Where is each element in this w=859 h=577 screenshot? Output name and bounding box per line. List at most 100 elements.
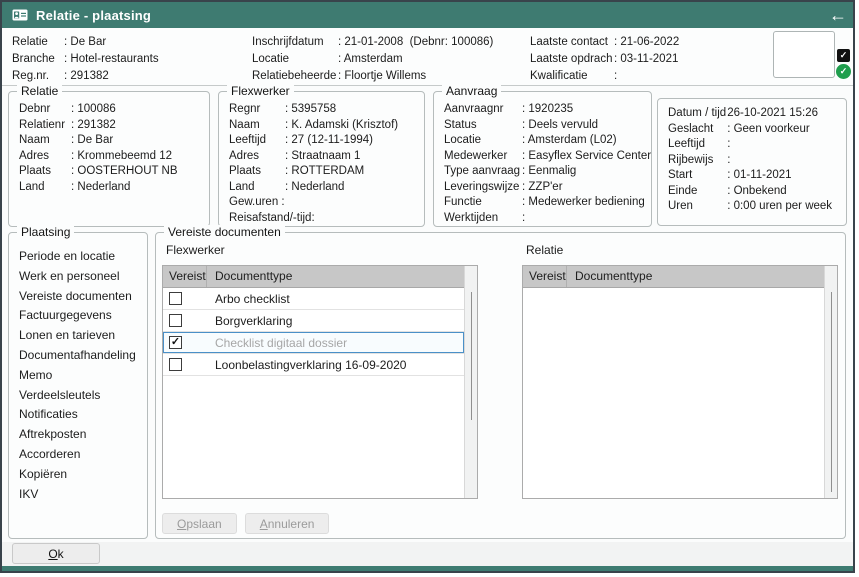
documenttype-cell: Borgverklaring <box>207 314 292 328</box>
field-value: : 5395758 <box>285 103 336 115</box>
vereist-checkbox[interactable]: ✓ <box>169 292 182 305</box>
field-label: Regnr <box>229 102 285 118</box>
info-row: Locatie: Amsterdam <box>252 51 493 68</box>
field-value: : Eenmalig <box>522 165 576 177</box>
scrollbar[interactable] <box>464 266 477 498</box>
back-arrow-icon[interactable]: ← <box>829 6 847 24</box>
field-label: Aanvraagnr <box>444 102 522 118</box>
info-row: Status: Deels vervuld <box>444 118 651 134</box>
sidebar-item-periode-en-locatie[interactable]: Periode en locatie <box>19 247 147 267</box>
info-row: Naam: K. Adamski (Krisztof) <box>229 118 424 134</box>
info-row: Kwalificatie: <box>530 68 679 85</box>
field-value: : Easyflex Service Center <box>522 150 651 162</box>
info-row: Einde : Onbekend <box>668 184 846 200</box>
info-row: Laatste opdrach: 03-11-2021 <box>530 51 679 68</box>
column-header-vereist: Vereist <box>523 266 567 287</box>
field-value: : OOSTERHOUT NB <box>71 165 178 177</box>
vereist-checkbox[interactable]: ✓ <box>169 336 182 349</box>
flexwerker-table-label: Flexwerker <box>166 243 225 257</box>
field-label: Kwalificatie <box>530 68 614 85</box>
table-row[interactable]: ✓ Arbo checklist <box>163 288 464 310</box>
field-label: Relatienr <box>19 118 71 134</box>
field-value: : ZZP'er <box>522 181 563 193</box>
info-row: Leeftijd: 27 (12-11-1994) <box>229 133 424 149</box>
info-row: Geslacht : Geen voorkeur <box>668 122 846 138</box>
sidebar-item-ikv[interactable]: IKV <box>19 485 147 505</box>
field-label: Leeftijd <box>668 137 724 153</box>
plaatsing-groupbox: Plaatsing Periode en locatie Werk en per… <box>8 232 148 539</box>
sidebar-item-memo[interactable]: Memo <box>19 366 147 386</box>
green-check-icon[interactable]: ✓ <box>836 64 851 79</box>
scrollbar-thumb[interactable] <box>831 292 832 492</box>
field-value: : 1920235 <box>522 103 573 115</box>
field-value: : Hotel-restaurants <box>64 53 159 65</box>
window-accent-strip <box>2 566 855 571</box>
vereist-checkbox[interactable]: ✓ <box>169 314 182 327</box>
header-note-box <box>773 31 835 78</box>
info-row: Relatiebeheerde: Floortje Willems <box>252 68 493 85</box>
sidebar-item-notificaties[interactable]: Notificaties <box>19 405 147 425</box>
field-label: Laatste contact <box>530 34 614 51</box>
table-row[interactable]: ✓ Loonbelastingverklaring 16-09-2020 <box>163 354 464 376</box>
relatie-table-label: Relatie <box>526 243 563 257</box>
field-value: : Straatnaam 1 <box>285 150 360 162</box>
sidebar-item-lonen-en-tarieven[interactable]: Lonen en tarieven <box>19 326 147 346</box>
column-header-documenttype: Documenttype <box>207 266 464 287</box>
sidebar-item-werk-en-personeel[interactable]: Werk en personeel <box>19 267 147 287</box>
field-value: : 27 (12-11-1994) <box>285 134 373 146</box>
sidebar-item-accorderen[interactable]: Accorderen <box>19 445 147 465</box>
info-row: Uren : 0:00 uren per week <box>668 199 846 215</box>
field-value: : De Bar <box>64 36 106 48</box>
field-value: : ROTTERDAM <box>285 165 364 177</box>
info-row: Plaats: OOSTERHOUT NB <box>19 164 209 180</box>
sidebar-item-aftrekposten[interactable]: Aftrekposten <box>19 425 147 445</box>
field-label: Gew.uren : <box>229 195 285 211</box>
info-row: Rijbewijs : <box>668 153 846 169</box>
info-row: Relatie: De Bar <box>12 34 159 51</box>
field-label: Branche <box>12 51 64 68</box>
field-value: : Onbekend <box>727 185 786 197</box>
field-value: : Krommebeemd 12 <box>71 150 172 162</box>
header-column-registration: Inschrijfdatum: 21-01-2008 (Debnr: 10008… <box>252 34 493 85</box>
info-row: Datum / tijd 26-10-2021 15:26 <box>668 106 846 122</box>
info-row: Locatie: Amsterdam (L02) <box>444 133 651 149</box>
field-label: Locatie <box>444 133 522 149</box>
black-checkbox-icon[interactable]: ✓ <box>837 49 850 62</box>
sidebar-item-kopieren[interactable]: Kopiëren <box>19 465 147 485</box>
sidebar-item-factuurgegevens[interactable]: Factuurgegevens <box>19 306 147 326</box>
sidebar-item-documentafhandeling[interactable]: Documentafhandeling <box>19 346 147 366</box>
vereist-checkbox[interactable]: ✓ <box>169 358 182 371</box>
info-row: Aanvraagnr: 1920235 <box>444 102 651 118</box>
table-header: Vereist Documenttype <box>163 266 464 288</box>
column-header-vereist: Vereist <box>163 266 207 287</box>
table-row[interactable]: ✓ Borgverklaring <box>163 310 464 332</box>
opslaan-button[interactable]: Opslaan <box>162 513 237 534</box>
sidebar-item-vereiste-documenten[interactable]: Vereiste documenten <box>19 287 147 307</box>
field-label: Leveringswijze <box>444 180 522 196</box>
field-value: : K. Adamski (Krisztof) <box>285 119 398 131</box>
field-label: Leeftijd <box>229 133 285 149</box>
field-label: Einde <box>668 184 724 200</box>
field-label: Datum / tijd <box>668 106 724 122</box>
annuleren-button[interactable]: Annuleren <box>245 513 330 534</box>
info-row: Relatienr: 291382 <box>19 118 209 134</box>
field-value: 26-10-2021 15:26 <box>727 107 818 119</box>
field-label: Locatie <box>252 51 338 68</box>
field-label: Naam <box>229 118 285 134</box>
sidebar-item-verdeelsleutels[interactable]: Verdeelsleutels <box>19 386 147 406</box>
info-row: Reg.nr.: 291382 <box>12 68 159 85</box>
header-column-contact: Laatste contact: 21-06-2022 Laatste opdr… <box>530 34 679 85</box>
field-label: Functie <box>444 195 522 211</box>
contact-card-icon <box>12 9 28 21</box>
scrollbar-thumb[interactable] <box>471 292 472 420</box>
groupbox-legend: Plaatsing <box>17 225 74 239</box>
field-label: Werktijden <box>444 211 522 227</box>
documenttype-cell: Arbo checklist <box>207 292 290 306</box>
field-label: Relatiebeheerde <box>252 68 338 85</box>
ok-button[interactable]: Ok <box>12 543 100 564</box>
groupbox-legend: Flexwerker <box>227 84 294 98</box>
table-row[interactable]: ✓ Checklist digitaal dossier <box>163 332 464 354</box>
field-label: Reisafstand/-tijd: <box>229 211 315 227</box>
header-column-relation: Relatie: De Bar Branche: Hotel-restauran… <box>12 34 159 85</box>
scrollbar[interactable] <box>824 266 837 498</box>
